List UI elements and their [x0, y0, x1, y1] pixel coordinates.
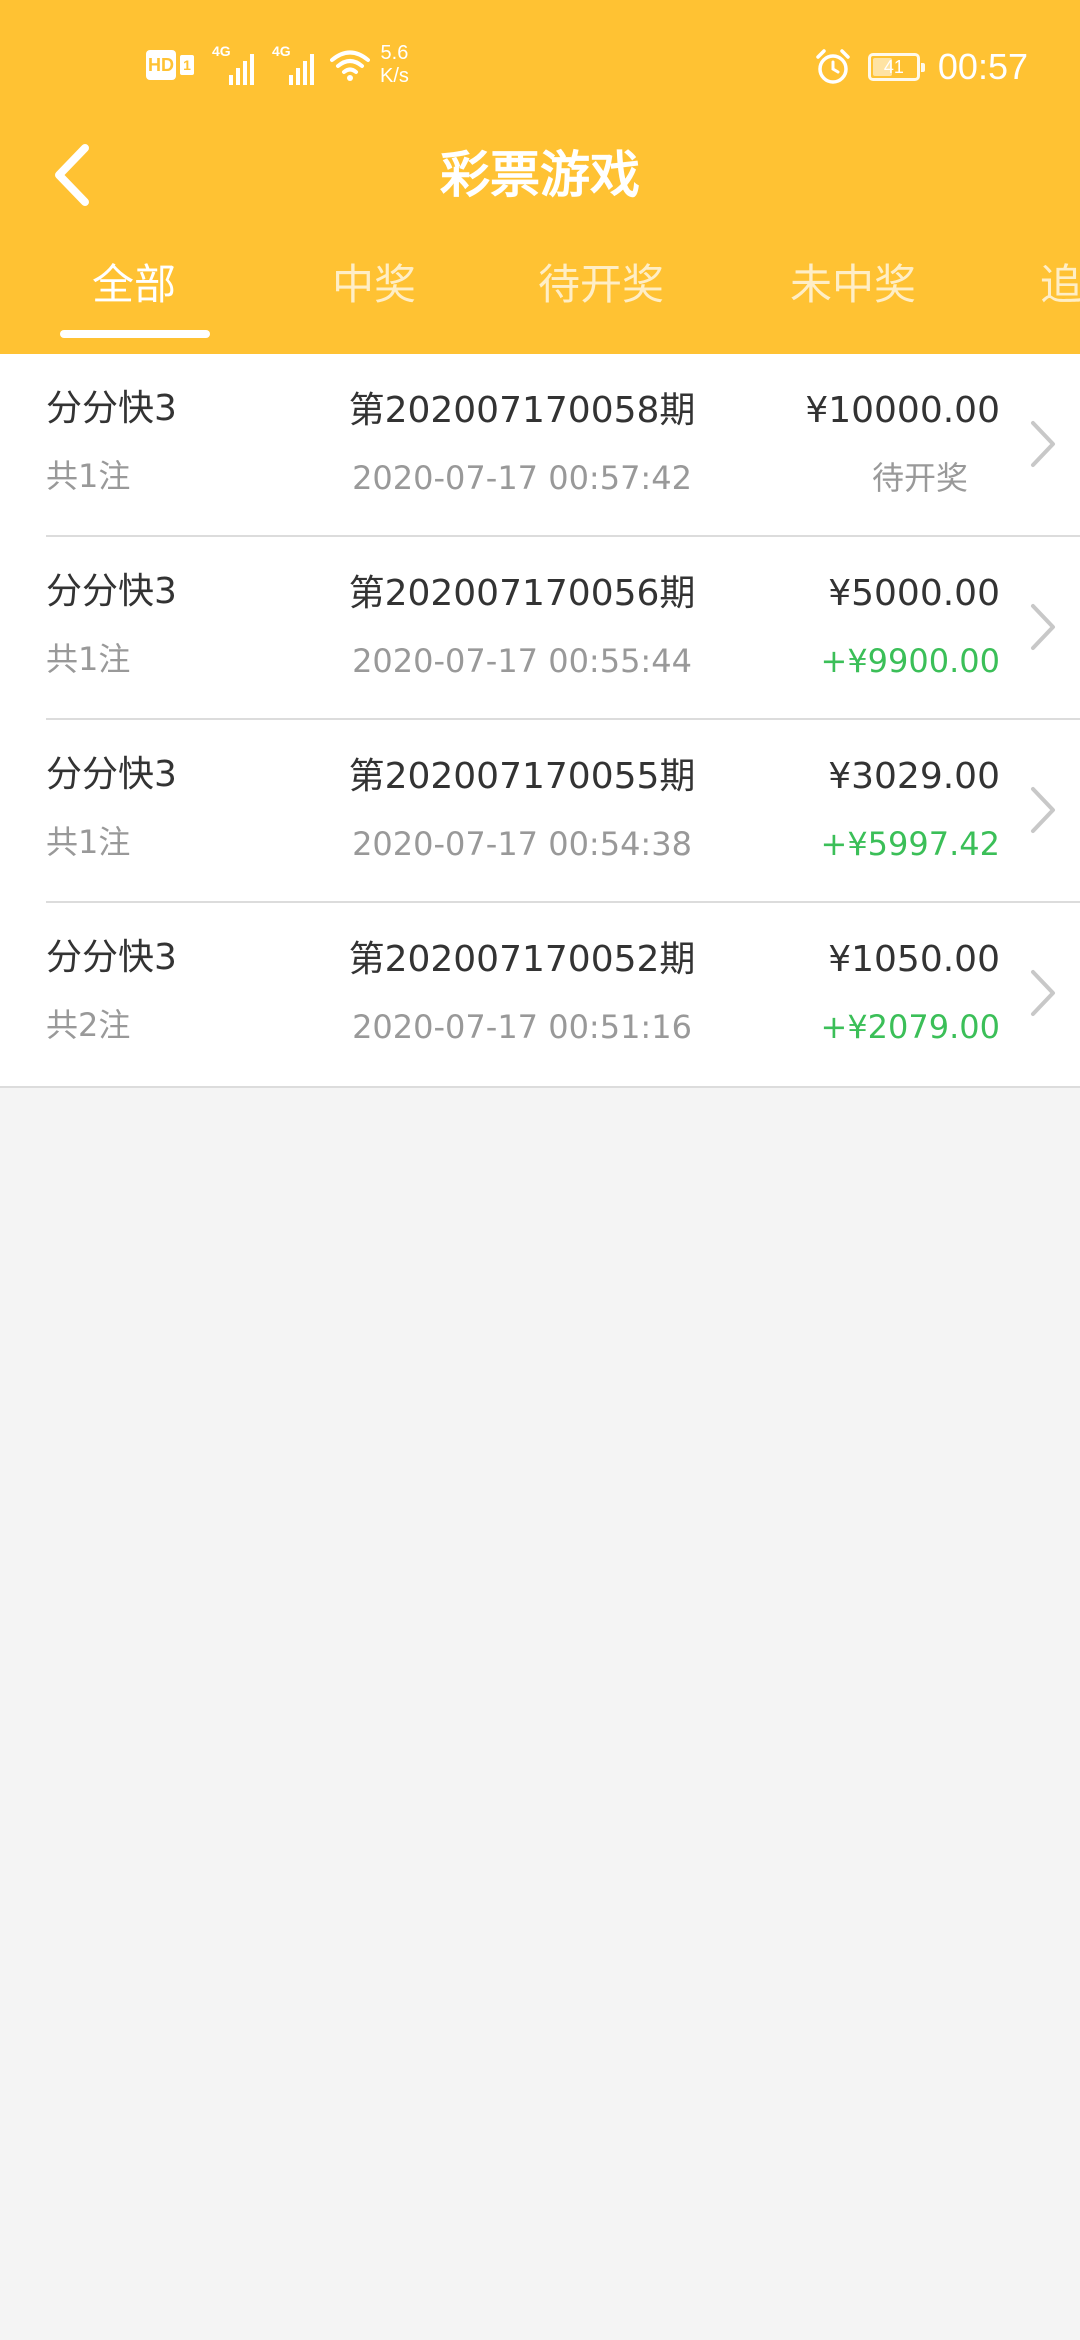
list-item[interactable]: 分分快3 共1注 第202007170058期 2020-07-17 00:57… — [0, 354, 1080, 537]
tab-chase[interactable]: 追 — [1040, 250, 1080, 340]
status-time: 00:57 — [937, 46, 1028, 87]
status-bar: HD 1 4G 4G 5.6 K/s 41 00:57 — [0, 0, 1080, 130]
sim-badge: 1 — [180, 55, 194, 75]
tab-won[interactable]: 中奖 — [332, 250, 416, 340]
chevron-right-icon — [1031, 604, 1055, 650]
battery-icon: 41 — [867, 53, 925, 81]
signal-icon: 4G — [212, 43, 254, 85]
chevron-right-icon — [1031, 421, 1055, 467]
game-name: 分分快3 — [46, 754, 177, 795]
game-name: 分分快3 — [46, 571, 177, 612]
win-amount: +¥9900.00 — [820, 642, 1001, 680]
bet-time: 2020-07-17 00:57:42 — [352, 459, 692, 497]
bet-count: 共1注 — [46, 457, 131, 495]
status-right: 41 00:57 — [814, 42, 1028, 92]
tab-all[interactable]: 全部 — [92, 250, 176, 340]
game-name: 分分快3 — [46, 937, 177, 978]
tab-label: 未中奖 — [790, 260, 917, 309]
page-title: 彩票游戏 — [440, 146, 640, 204]
issue-number: 第202007170056期 — [348, 573, 696, 614]
bet-amount: ¥3029.00 — [828, 756, 1000, 797]
bet-count: 共1注 — [46, 823, 131, 861]
alarm-clock-icon — [816, 49, 850, 84]
bet-amount: ¥10000.00 — [805, 390, 1000, 431]
net-speed-value: 5.6 — [380, 42, 409, 64]
tab-not-won[interactable]: 未中奖 — [790, 250, 916, 340]
bet-amount: ¥5000.00 — [828, 573, 1000, 614]
tab-active-indicator — [60, 330, 210, 338]
bet-amount: ¥1050.00 — [828, 939, 1000, 980]
bet-record-list: 分分快3 共1注 第202007170058期 2020-07-17 00:57… — [0, 354, 1080, 1088]
bet-time: 2020-07-17 00:54:38 — [352, 825, 692, 863]
battery-level: 41 — [883, 56, 904, 77]
wifi-icon — [330, 50, 370, 81]
list-item[interactable]: 分分快3 共1注 第202007170056期 2020-07-17 00:55… — [0, 537, 1080, 720]
win-amount: +¥5997.42 — [820, 825, 1001, 863]
tab-label: 中奖 — [332, 260, 417, 309]
net-speed-unit: K/s — [380, 65, 409, 87]
tab-pending[interactable]: 待开奖 — [538, 250, 664, 340]
list-item[interactable]: 分分快3 共2注 第202007170052期 2020-07-17 00:51… — [0, 903, 1080, 1086]
signal-type-label: 4G — [272, 43, 291, 59]
signal-type-label: 4G — [212, 43, 231, 59]
issue-number: 第202007170052期 — [348, 939, 696, 980]
status-left: HD 1 4G 4G 5.6 K/s — [146, 40, 409, 90]
chevron-right-icon — [1031, 787, 1055, 833]
win-amount: +¥2079.00 — [820, 1008, 1001, 1046]
result-status: 待开奖 — [871, 459, 968, 497]
bet-time: 2020-07-17 00:55:44 — [352, 642, 692, 680]
app-header: HD 1 4G 4G 5.6 K/s 41 00:57 彩票游戏 全部 中奖 待… — [0, 0, 1080, 354]
tab-label: 全部 — [92, 260, 177, 309]
bet-count: 共2注 — [46, 1006, 131, 1044]
tab-label: 追 — [1040, 260, 1080, 309]
signal-icon: 4G — [272, 43, 314, 85]
game-name: 分分快3 — [46, 388, 177, 429]
chevron-right-icon — [1031, 970, 1055, 1016]
issue-number: 第202007170058期 — [348, 390, 696, 431]
net-speed: 5.6 K/s — [380, 42, 409, 88]
tab-label: 待开奖 — [538, 260, 665, 309]
bet-time: 2020-07-17 00:51:16 — [352, 1008, 692, 1046]
bet-count: 共1注 — [46, 640, 131, 678]
issue-number: 第202007170055期 — [348, 756, 696, 797]
list-item[interactable]: 分分快3 共1注 第202007170055期 2020-07-17 00:54… — [0, 720, 1080, 903]
tab-bar: 全部 中奖 待开奖 未中奖 追 — [0, 250, 1080, 354]
hd-badge: HD — [146, 50, 176, 80]
